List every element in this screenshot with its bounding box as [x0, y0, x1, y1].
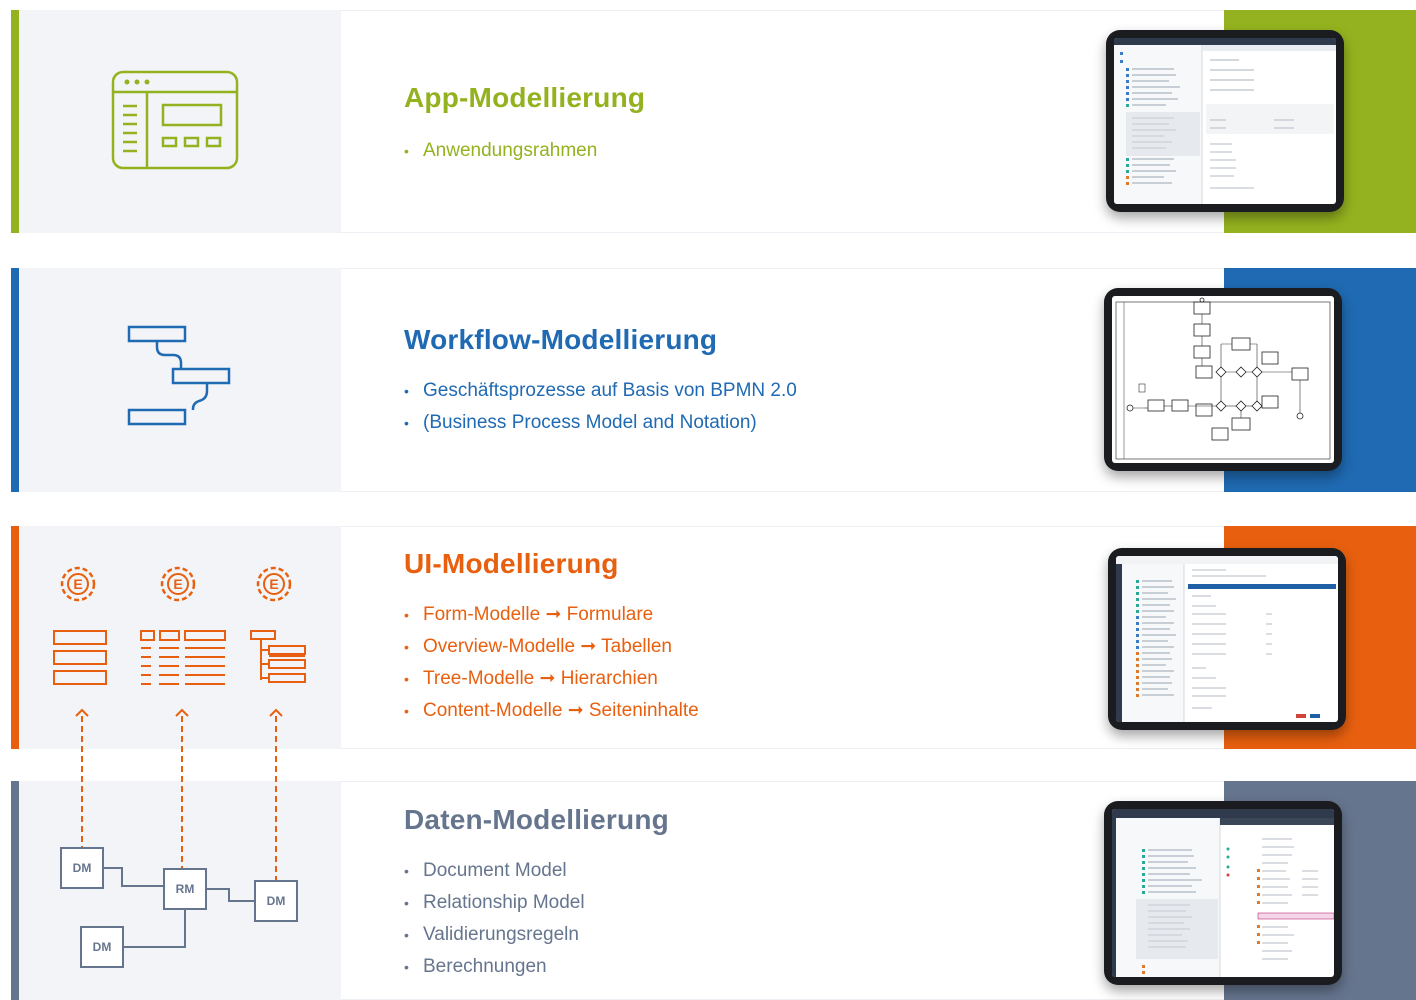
list-item: (Business Process Model and Notation) [404, 407, 797, 439]
list-item: Berechnungen [404, 951, 585, 983]
workflow-steps-icon [127, 325, 231, 426]
ui-gears-icon: E E E [53, 566, 306, 685]
arrow-up-icon [75, 708, 89, 717]
gear-icon: E [256, 566, 292, 602]
section-title: Workflow-Modellierung [404, 324, 718, 355]
gear-icon: E [160, 566, 196, 602]
section-title: Daten-Modellierung [404, 804, 669, 835]
form-model-icon [53, 630, 107, 685]
ui-editor-tablet [1108, 548, 1346, 730]
tree-model-icon [250, 630, 306, 683]
arrow-up-icon [269, 708, 283, 717]
list-item: Overview-Modelle ➞ Tabellen [404, 631, 699, 663]
list-item: Form-Modelle ➞ Formulare [404, 599, 699, 631]
overview-model-icon [140, 630, 226, 685]
section-title: App-Modellierung [404, 82, 646, 113]
bullet-list: Geschäftsprozesse auf Basis von BPMN 2.0… [404, 375, 797, 439]
list-item: Document Model [404, 855, 585, 887]
list-item: Content-Modelle ➞ Seiteninhalte [404, 695, 699, 727]
data-model-icon: DM RM DM DM [60, 708, 298, 968]
section-accent-bar [11, 526, 19, 749]
list-item: Tree-Modelle ➞ Hierarchien [404, 663, 699, 695]
list-item: Geschäftsprozesse auf Basis von BPMN 2.0 [404, 375, 797, 407]
ui-data-model-diagram: E E E DM RM DM DM [53, 566, 306, 968]
dm-label: DM [93, 940, 112, 954]
bpmn-diagram-screenshot [1115, 297, 1331, 460]
app-editor-tablet [1106, 30, 1344, 212]
section-title: UI-Modellierung [404, 548, 619, 579]
app-window-icon [111, 70, 239, 170]
rm-label: RM [176, 882, 195, 896]
text-panel [341, 10, 1224, 233]
gear-label: E [269, 576, 278, 592]
app-modeling-section: App-Modellierung Anwendungsrahmen [11, 10, 1416, 233]
app-editor-screenshot [1114, 38, 1336, 204]
list-item: Relationship Model [404, 887, 585, 919]
section-accent-bar [11, 10, 19, 233]
ui-editor-screenshot [1116, 556, 1338, 722]
data-editor-screenshot [1112, 809, 1334, 977]
section-accent-bar [11, 268, 19, 492]
section-accent-bar [11, 781, 19, 1000]
dm-label: DM [267, 894, 286, 908]
data-editor-tablet [1104, 801, 1342, 985]
gear-label: E [173, 576, 182, 592]
bullet-list: Form-Modelle ➞ Formulare Overview-Modell… [404, 599, 699, 727]
workflow-editor-tablet [1104, 288, 1342, 471]
workflow-modeling-section: Workflow-Modellierung Geschäftsprozesse … [11, 268, 1416, 492]
list-item: Validierungsregeln [404, 919, 585, 951]
gear-label: E [73, 576, 82, 592]
dm-label: DM [73, 861, 92, 875]
bullet-list: Document Model Relationship Model Validi… [404, 855, 585, 983]
list-item: Anwendungsrahmen [404, 135, 597, 167]
gear-icon: E [60, 566, 96, 602]
bullet-list: Anwendungsrahmen [404, 135, 597, 167]
arrow-up-icon [175, 708, 189, 717]
